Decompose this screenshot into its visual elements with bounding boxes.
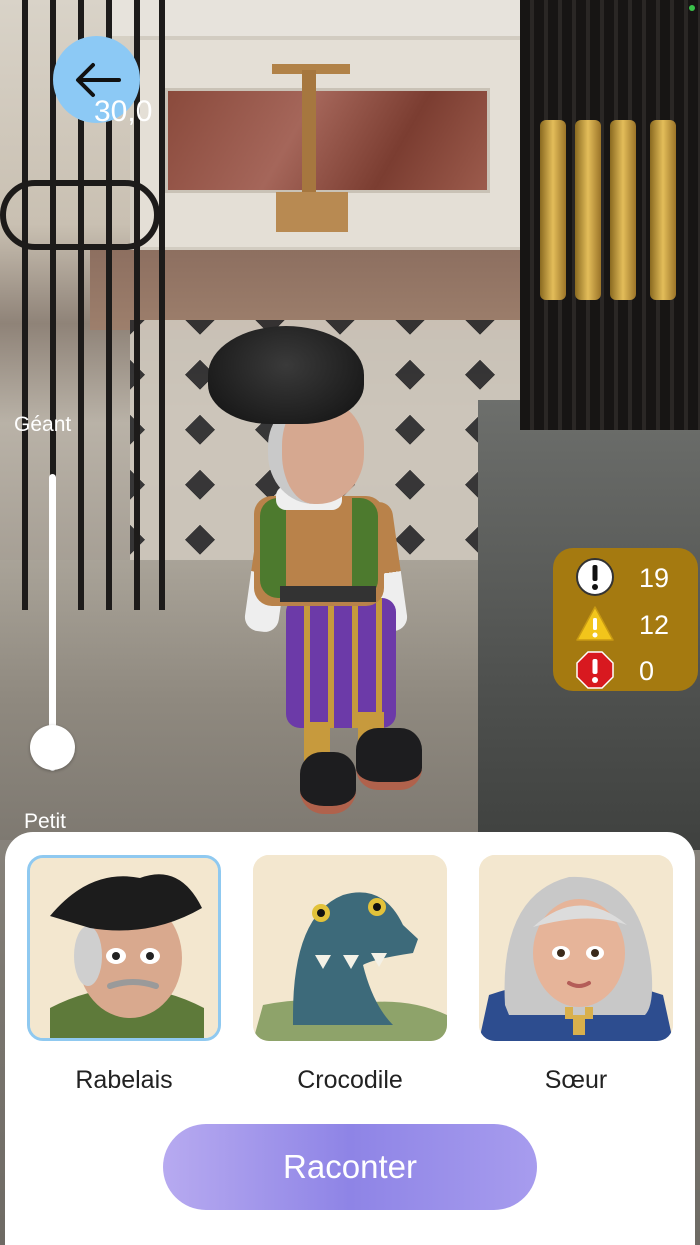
character-label-soeur[interactable]: Sœur — [479, 1066, 673, 1095]
marble-panel — [165, 88, 490, 193]
alert-count-info: 19 — [639, 563, 670, 593]
soeur-avatar — [479, 855, 673, 1041]
character-vest — [260, 498, 378, 598]
slider-max-label: Géant — [14, 413, 72, 436]
lectern-base — [276, 192, 348, 232]
character-shoe — [300, 752, 356, 814]
character-card-crocodile[interactable] — [253, 855, 447, 1041]
gate-scrollwork — [0, 180, 160, 250]
rabelais-avatar — [30, 858, 218, 1038]
alert-row-warning: 12 — [575, 604, 685, 644]
alert-row-info: 19 — [575, 557, 685, 597]
gold-ornament — [540, 120, 566, 300]
size-slider-thumb[interactable] — [30, 725, 75, 770]
altar-top — [110, 0, 540, 36]
gold-ornament — [575, 120, 601, 300]
alerts-panel[interactable]: 19 12 0 — [553, 548, 698, 691]
alert-count-warning: 12 — [639, 610, 670, 640]
warning-triangle-icon — [576, 606, 614, 641]
character-label-rabelais[interactable]: Rabelais — [27, 1066, 221, 1095]
gold-ornament — [650, 120, 676, 300]
slider-min-label: Petit — [24, 810, 67, 833]
character-card-rabelais[interactable] — [27, 855, 221, 1041]
info-exclamation-icon — [576, 558, 614, 596]
ar-character-rabelais[interactable] — [208, 326, 422, 822]
character-shoe — [356, 728, 422, 790]
zoom-readout: 30,0 — [94, 95, 153, 128]
character-card-soeur[interactable] — [479, 855, 673, 1041]
character-belt — [280, 586, 376, 602]
raconter-button[interactable]: Raconter — [163, 1124, 537, 1210]
alert-count-stop: 0 — [639, 656, 655, 686]
arrow-left-icon — [76, 63, 121, 97]
character-label-crocodile[interactable]: Crocodile — [253, 1066, 447, 1095]
raconter-button-label: Raconter — [283, 1148, 417, 1185]
crocodile-avatar — [253, 855, 447, 1041]
gold-ornament — [610, 120, 636, 300]
camera-indicator-icon — [689, 5, 695, 11]
character-legs — [286, 598, 396, 728]
alert-row-stop: 0 — [575, 650, 685, 690]
stop-octagon-icon — [576, 651, 614, 689]
character-hat — [208, 326, 364, 424]
